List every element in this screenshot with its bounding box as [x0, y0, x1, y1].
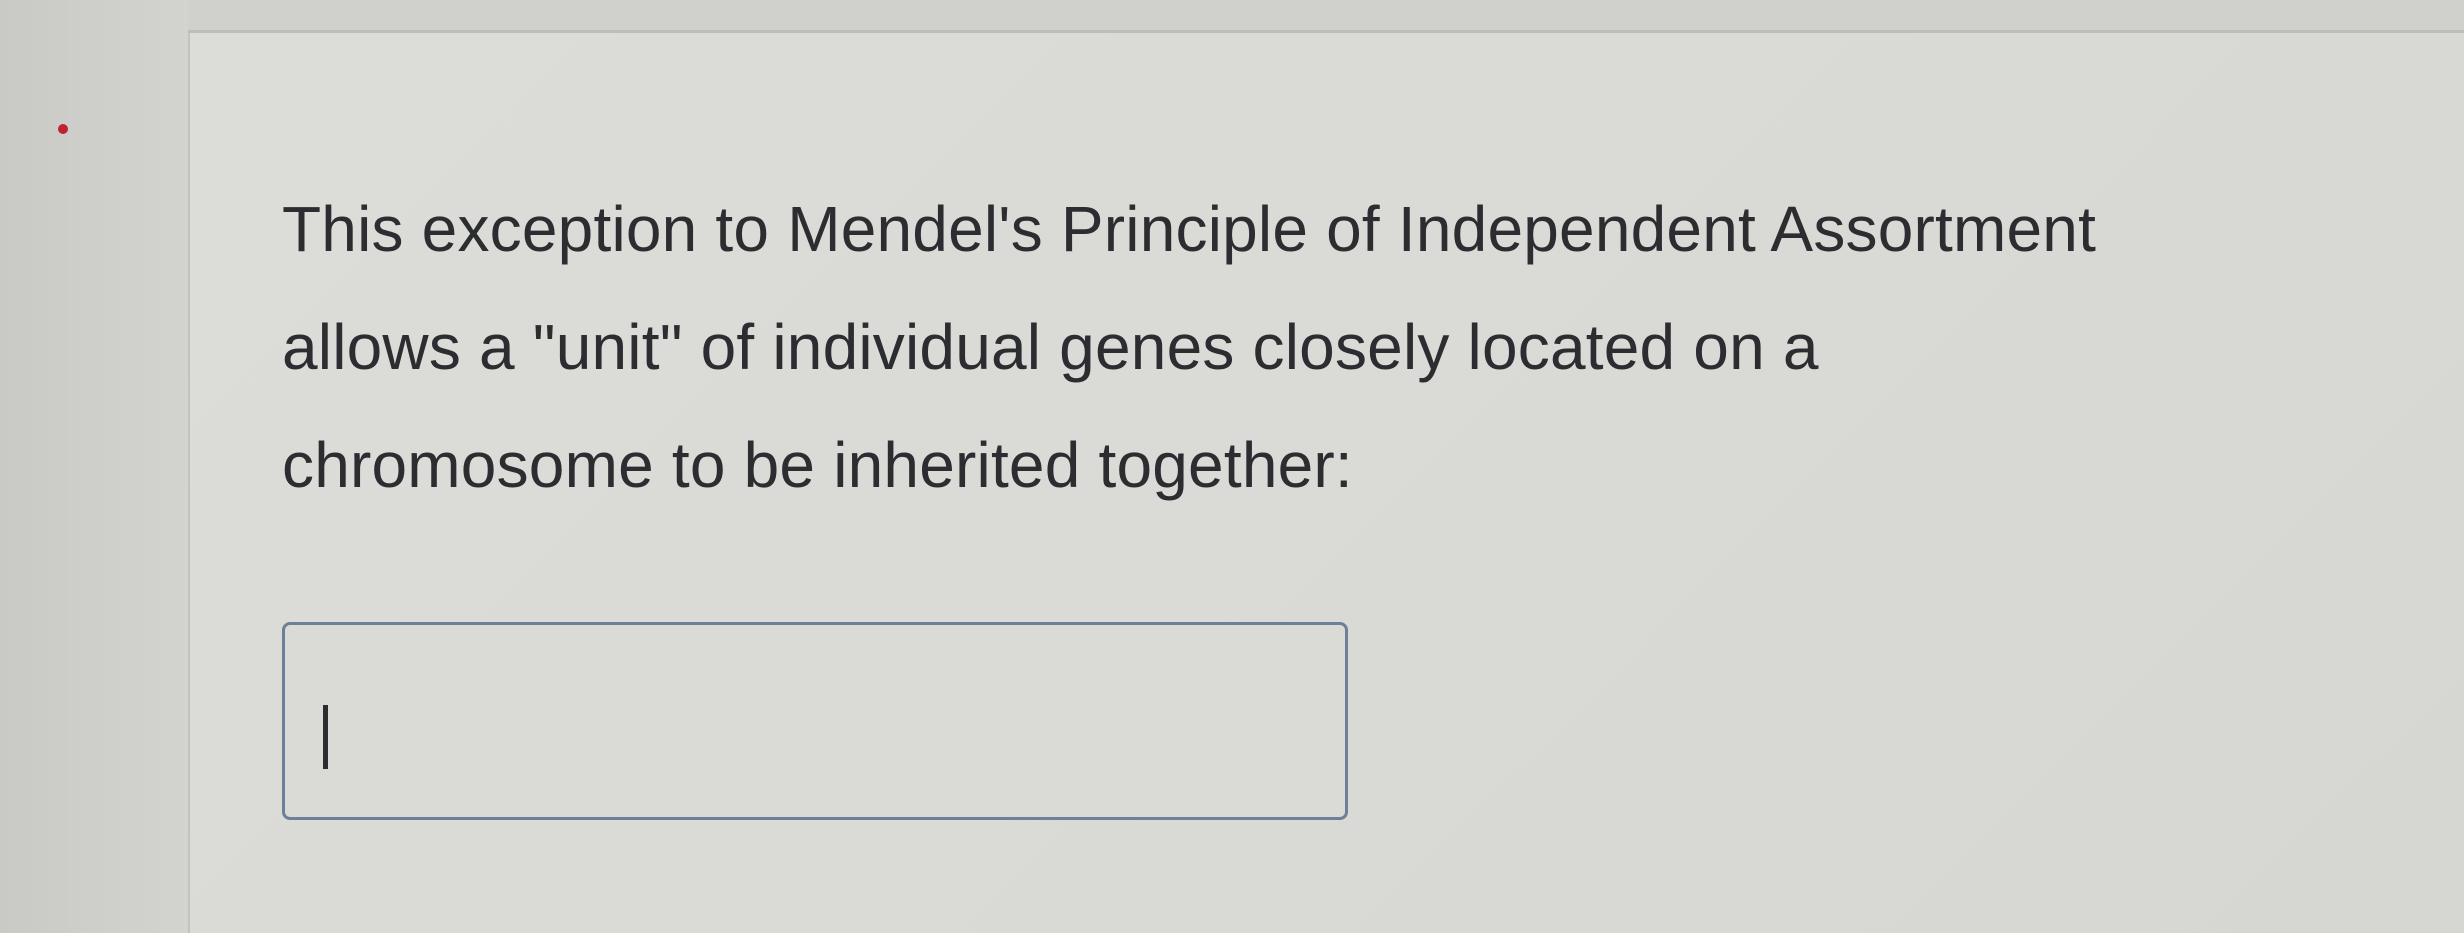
- required-marker-dot: [58, 124, 68, 134]
- top-strip: [188, 0, 2464, 33]
- answer-input-container[interactable]: [282, 622, 1348, 820]
- text-cursor: [323, 705, 328, 769]
- answer-input[interactable]: [285, 625, 1345, 817]
- left-margin: [0, 0, 188, 933]
- question-text: This exception to Mendel's Principle of …: [282, 193, 2097, 501]
